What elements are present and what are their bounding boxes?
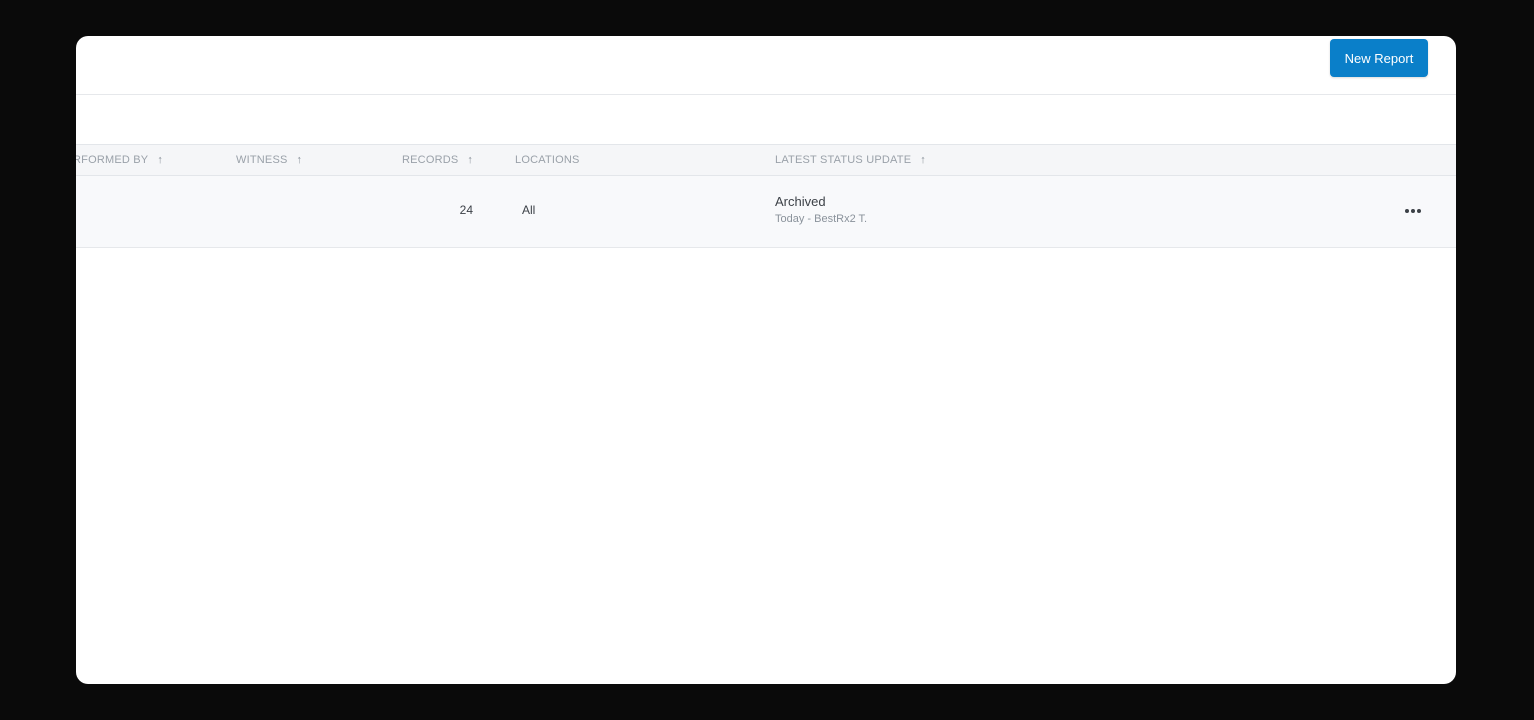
column-header-label: RECORDS xyxy=(402,154,459,166)
column-header-performed-by[interactable]: RFORMED BY ↑ xyxy=(76,145,213,175)
column-header-records[interactable]: RECORDS ↑ xyxy=(402,145,473,175)
column-header-label: RFORMED BY xyxy=(76,154,149,166)
sort-arrow-icon: ↑ xyxy=(920,154,926,166)
column-header-label: LATEST STATUS UPDATE xyxy=(775,154,912,166)
locations-cell: All xyxy=(522,203,536,217)
column-header-witness[interactable]: WITNESS ↑ xyxy=(236,145,302,175)
sort-arrow-icon: ↑ xyxy=(296,154,303,166)
more-horizontal-icon[interactable] xyxy=(1400,202,1426,220)
status-label: Archived xyxy=(775,194,826,209)
top-bar: New Report xyxy=(76,36,1456,95)
dot xyxy=(1417,209,1421,213)
column-header-label: LOCATIONS xyxy=(515,154,580,166)
status-detail: Today - BestRx2 T. xyxy=(775,213,868,225)
dot xyxy=(1405,209,1409,213)
new-report-button[interactable]: New Report xyxy=(1330,39,1428,77)
app-window: New Report RFORMED BY ↑ WITNESS ↑ RECORD… xyxy=(76,36,1456,684)
sort-arrow-icon: ↑ xyxy=(157,154,164,166)
column-header-locations: LOCATIONS xyxy=(515,145,580,175)
sort-arrow-icon: ↑ xyxy=(467,154,474,166)
table-header: RFORMED BY ↑ WITNESS ↑ RECORDS ↑ LOCATIO… xyxy=(76,144,1456,176)
dot xyxy=(1411,209,1415,213)
column-header-latest-status-update[interactable]: LATEST STATUS UPDATE ↑ xyxy=(775,145,926,175)
table-row[interactable]: 24 All Archived Today - BestRx2 T. xyxy=(76,176,1456,248)
column-header-label: WITNESS xyxy=(236,154,288,166)
toolbar-area xyxy=(76,95,1456,144)
records-cell: 24 xyxy=(459,203,473,217)
